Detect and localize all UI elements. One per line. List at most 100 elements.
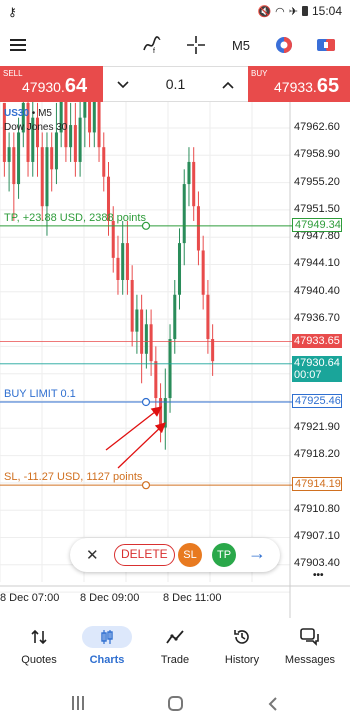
candle-body — [102, 147, 106, 177]
candle-body — [88, 102, 92, 133]
close-icon[interactable]: ✕ — [86, 546, 99, 564]
indicators-icon[interactable]: f — [140, 32, 164, 58]
nav-label: Quotes — [21, 654, 57, 666]
y-tick: 47955.20 — [294, 176, 340, 188]
recent-apps-icon[interactable] — [70, 696, 86, 712]
nav-label: Trade — [160, 654, 190, 666]
messages-icon — [275, 626, 345, 648]
buy-price-main: 47933. — [274, 79, 317, 95]
nav-messages[interactable]: Messages — [275, 626, 345, 666]
buy-limit-line-label[interactable]: BUY LIMIT 0.1 — [4, 388, 76, 400]
trade-icon — [140, 626, 210, 648]
sell-button[interactable]: SELL 47930.64 — [0, 66, 103, 102]
crosshair-icon[interactable] — [184, 32, 208, 58]
buy-price-big: 65 — [316, 75, 340, 97]
one-click-trading-icon[interactable] — [314, 32, 338, 58]
buy-limit-price-tag: 47925.46 — [292, 394, 342, 408]
candle-body — [187, 161, 191, 185]
sl-button[interactable]: SL — [178, 543, 202, 567]
y-tick: 47944.10 — [294, 257, 340, 269]
sell-label: SELL — [3, 69, 23, 78]
menu-icon[interactable] — [8, 32, 28, 58]
nav-label: Charts — [89, 654, 125, 666]
candle-body — [97, 102, 101, 148]
candle-body — [78, 117, 82, 162]
candle-body — [140, 309, 144, 354]
nav-history[interactable]: History — [207, 626, 277, 666]
home-icon[interactable] — [168, 696, 183, 711]
buy-button[interactable]: BUY 47933.65 — [248, 66, 350, 102]
delete-order-button[interactable]: DELETE — [114, 544, 175, 566]
candle-body — [154, 361, 158, 399]
candle-body — [125, 243, 129, 280]
sl-line-label[interactable]: SL, -11.27 USD, 1127 points — [4, 471, 142, 483]
buy-limit-handle — [141, 397, 151, 407]
y-tick: 47940.40 — [294, 285, 340, 297]
y-tick: 47962.60 — [294, 121, 340, 133]
tp-price-tag: 47949.34 — [292, 218, 342, 232]
sell-price-big: 64 — [64, 75, 88, 97]
candle-body — [121, 243, 125, 280]
history-icon — [207, 626, 277, 648]
lot-increase-button[interactable] — [222, 76, 234, 92]
more-icon[interactable]: ••• — [313, 570, 324, 581]
airplane-icon: ✈ — [288, 5, 298, 18]
chart-toolbar: f M5 — [0, 24, 350, 66]
order-action-bar: ✕ DELETE SL TP → — [70, 538, 280, 572]
nav-quotes[interactable]: Quotes — [4, 626, 74, 666]
one-click-trade-panel: SELL 47930.64 0.1 BUY 47933.65 — [0, 66, 350, 102]
status-bar: ⚷ 🔇 ◠ ✈ 15:04 — [0, 0, 350, 24]
svg-text:f: f — [153, 48, 155, 54]
lot-selector: 0.1 — [103, 66, 248, 102]
tp-line-label[interactable]: TP, +23.88 USD, 2388 points — [4, 212, 146, 224]
lot-decrease-button[interactable] — [117, 76, 129, 92]
candle-body — [92, 102, 96, 133]
candle-body — [7, 147, 11, 162]
candle-body — [135, 309, 139, 332]
nav-label: Messages — [284, 654, 336, 666]
y-tick: 47903.40 — [294, 557, 340, 569]
chart-symbol: US30 • M5 — [4, 108, 52, 119]
back-icon[interactable] — [268, 696, 278, 717]
tp-button[interactable]: TP — [212, 543, 236, 567]
color-scheme-icon[interactable] — [272, 32, 296, 58]
modify-arrow-icon[interactable]: → — [248, 543, 266, 564]
candle-body — [111, 220, 115, 258]
x-tick: 8 Dec 09:00 — [80, 592, 140, 604]
annotation-arrow — [105, 406, 163, 451]
y-tick: 47907.10 — [294, 530, 340, 542]
nav-label: History — [224, 654, 260, 666]
candle-body — [45, 147, 49, 207]
timeframe-button[interactable]: M5 — [228, 32, 254, 58]
candle-body — [173, 294, 177, 340]
candle-body — [182, 184, 186, 244]
y-tick: 47921.90 — [294, 421, 340, 433]
candle-body — [211, 339, 215, 362]
key-icon: ⚷ — [8, 5, 17, 19]
annotation-arrow — [117, 422, 166, 469]
x-tick: 8 Dec 07:00 — [0, 592, 60, 604]
nav-trade[interactable]: Trade — [140, 626, 210, 666]
candle-body — [177, 243, 182, 295]
candle-body — [130, 279, 134, 332]
candle-body — [149, 324, 153, 362]
battery-icon — [301, 6, 308, 16]
candle-body — [83, 102, 87, 118]
candle-body — [73, 125, 77, 162]
candle-body — [196, 206, 200, 251]
bid-price-tag: 47930.64 00:07 — [292, 356, 342, 382]
charts-icon — [82, 626, 132, 648]
x-tick: 8 Dec 11:00 — [163, 592, 222, 604]
system-navigation — [0, 690, 350, 720]
sl-price-tag: 47914.19 — [292, 477, 342, 491]
clock-text: 15:04 — [311, 4, 342, 18]
ask-price-tag: 47933.65 — [292, 334, 342, 348]
nav-charts[interactable]: Charts — [72, 626, 142, 666]
candle-body — [50, 147, 54, 170]
candle-body — [192, 161, 196, 207]
candle-body — [40, 147, 44, 207]
candle-body — [201, 250, 205, 295]
candle-body — [168, 339, 172, 399]
lot-value[interactable]: 0.1 — [166, 76, 185, 92]
bid-timer: 00:07 — [294, 369, 322, 381]
